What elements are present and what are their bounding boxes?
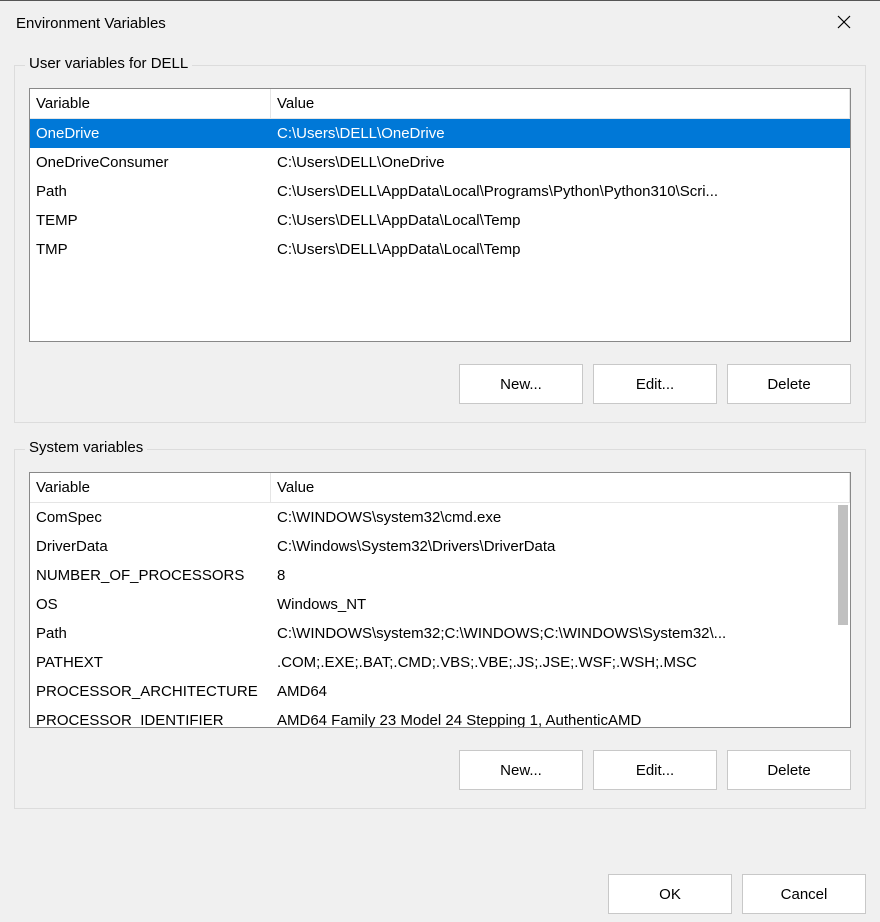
table-row[interactable]: PathC:\Users\DELL\AppData\Local\Programs… (30, 177, 850, 206)
dialog-buttons: OK Cancel (0, 874, 880, 922)
user-variables-list[interactable]: Variable Value OneDriveC:\Users\DELL\One… (29, 88, 851, 342)
user-new-button[interactable]: New... (459, 364, 583, 404)
cell-variable: OneDrive (30, 125, 271, 142)
system-edit-button[interactable]: Edit... (593, 750, 717, 790)
scrollbar-thumb[interactable] (838, 505, 848, 625)
column-header-value[interactable]: Value (271, 89, 850, 118)
cell-value: .COM;.EXE;.BAT;.CMD;.VBS;.VBE;.JS;.JSE;.… (271, 654, 850, 671)
cell-variable: Path (30, 183, 271, 200)
table-row[interactable]: PathC:\WINDOWS\system32;C:\WINDOWS;C:\WI… (30, 619, 850, 648)
close-button[interactable] (824, 3, 864, 43)
cell-variable: OneDriveConsumer (30, 154, 271, 171)
cell-variable: TMP (30, 241, 271, 258)
table-row[interactable]: PATHEXT.COM;.EXE;.BAT;.CMD;.VBS;.VBE;.JS… (30, 648, 850, 677)
client-area: User variables for DELL Variable Value O… (0, 45, 880, 872)
cell-value: C:\Users\DELL\AppData\Local\Temp (271, 241, 850, 258)
cell-variable: PROCESSOR_IDENTIFIER (30, 712, 271, 728)
cell-value: C:\Windows\System32\Drivers\DriverData (271, 538, 850, 555)
table-row[interactable]: TEMPC:\Users\DELL\AppData\Local\Temp (30, 206, 850, 235)
system-new-button[interactable]: New... (459, 750, 583, 790)
cell-value: AMD64 Family 23 Model 24 Stepping 1, Aut… (271, 712, 850, 728)
user-edit-button[interactable]: Edit... (593, 364, 717, 404)
titlebar: Environment Variables (0, 1, 880, 45)
table-row[interactable]: OSWindows_NT (30, 590, 850, 619)
user-delete-button[interactable]: Delete (727, 364, 851, 404)
user-variables-legend: User variables for DELL (25, 55, 192, 72)
cell-value: Windows_NT (271, 596, 850, 613)
column-header-value[interactable]: Value (271, 473, 850, 502)
column-header-variable[interactable]: Variable (30, 89, 271, 118)
table-row[interactable]: TMPC:\Users\DELL\AppData\Local\Temp (30, 235, 850, 264)
cell-variable: ComSpec (30, 509, 271, 526)
cell-value: C:\Users\DELL\AppData\Local\Programs\Pyt… (271, 183, 850, 200)
cell-variable: PROCESSOR_ARCHITECTURE (30, 683, 271, 700)
close-icon (837, 15, 851, 32)
cell-variable: PATHEXT (30, 654, 271, 671)
table-header: Variable Value (30, 473, 850, 503)
user-variables-group: User variables for DELL Variable Value O… (14, 65, 866, 423)
cancel-button[interactable]: Cancel (742, 874, 866, 914)
cell-value: C:\Users\DELL\OneDrive (271, 154, 850, 171)
column-header-variable[interactable]: Variable (30, 473, 271, 502)
cell-variable: TEMP (30, 212, 271, 229)
cell-value: 8 (271, 567, 850, 584)
table-row[interactable]: NUMBER_OF_PROCESSORS8 (30, 561, 850, 590)
system-buttons-row: New... Edit... Delete (29, 750, 851, 790)
cell-variable: OS (30, 596, 271, 613)
table-row[interactable]: OneDriveConsumerC:\Users\DELL\OneDrive (30, 148, 850, 177)
table-row[interactable]: ComSpecC:\WINDOWS\system32\cmd.exe (30, 503, 850, 532)
system-variables-legend: System variables (25, 439, 147, 456)
cell-variable: Path (30, 625, 271, 642)
system-delete-button[interactable]: Delete (727, 750, 851, 790)
user-buttons-row: New... Edit... Delete (29, 364, 851, 404)
system-variables-list[interactable]: Variable Value ComSpecC:\WINDOWS\system3… (29, 472, 851, 728)
cell-value: C:\Users\DELL\AppData\Local\Temp (271, 212, 850, 229)
table-row[interactable]: OneDriveC:\Users\DELL\OneDrive (30, 119, 850, 148)
environment-variables-dialog: Environment Variables User variables for… (0, 0, 880, 922)
table-header: Variable Value (30, 89, 850, 119)
table-row[interactable]: DriverDataC:\Windows\System32\Drivers\Dr… (30, 532, 850, 561)
cell-value: AMD64 (271, 683, 850, 700)
cell-variable: NUMBER_OF_PROCESSORS (30, 567, 271, 584)
table-row[interactable]: PROCESSOR_IDENTIFIERAMD64 Family 23 Mode… (30, 706, 850, 728)
cell-variable: DriverData (30, 538, 271, 555)
cell-value: C:\WINDOWS\system32\cmd.exe (271, 509, 850, 526)
window-title: Environment Variables (16, 15, 824, 32)
table-row[interactable]: PROCESSOR_ARCHITECTUREAMD64 (30, 677, 850, 706)
cell-value: C:\Users\DELL\OneDrive (271, 125, 850, 142)
cell-value: C:\WINDOWS\system32;C:\WINDOWS;C:\WINDOW… (271, 625, 850, 642)
ok-button[interactable]: OK (608, 874, 732, 914)
system-variables-group: System variables Variable Value ComSpecC… (14, 449, 866, 809)
